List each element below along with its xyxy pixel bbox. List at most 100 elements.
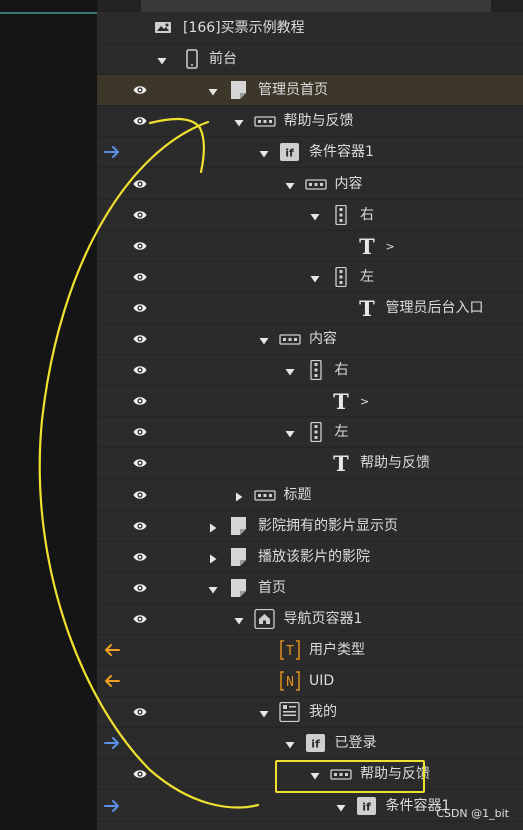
tree-row[interactable]: 影院拥有的影片显示页 [97, 511, 523, 542]
tree-row[interactable]: if 已登录 [97, 728, 523, 760]
row-label: 右 [334, 362, 349, 379]
tree-row[interactable]: 首页 [97, 573, 523, 604]
row-container-icon [279, 329, 301, 349]
collapse-caret-icon[interactable] [234, 490, 244, 501]
arrow-right-icon [103, 797, 121, 815]
row-gutter [97, 44, 157, 74]
page-icon [228, 578, 250, 598]
eye-icon[interactable] [133, 364, 147, 376]
row-gutter [97, 75, 157, 105]
row-gutter [97, 324, 157, 354]
row-gutter [97, 448, 157, 478]
row-label: 用户类型 [309, 642, 365, 658]
expand-caret-icon[interactable] [310, 769, 320, 780]
tree-row[interactable]: 管理员首页 [97, 75, 523, 107]
tree-row[interactable]: 内容 [97, 324, 523, 355]
svg-text:if: if [311, 738, 320, 751]
eye-icon[interactable] [133, 582, 147, 594]
tree-row[interactable]: 播放该影片的影院 [97, 542, 523, 573]
tree-row[interactable]: 左 [97, 417, 523, 449]
variable-t-icon: T [279, 640, 301, 660]
eye-icon[interactable] [133, 520, 147, 532]
eye-icon[interactable] [133, 178, 147, 190]
expand-caret-icon[interactable] [234, 116, 244, 127]
eye-icon[interactable] [133, 333, 147, 345]
expand-caret-icon[interactable] [285, 738, 295, 749]
eye-icon[interactable] [133, 489, 147, 501]
tree-row[interactable]: 前台 [97, 44, 523, 76]
eye-icon[interactable] [133, 551, 147, 563]
row-gutter [97, 480, 157, 510]
eye-icon[interactable] [133, 457, 147, 469]
row-gutter [97, 262, 157, 292]
tree-row[interactable]: 内容 [97, 169, 523, 200]
eye-icon[interactable] [133, 395, 147, 407]
eye-icon[interactable] [133, 302, 147, 314]
tree-row[interactable]: 标题 [97, 480, 523, 511]
expand-caret-icon[interactable] [310, 210, 320, 221]
eye-icon[interactable] [133, 613, 147, 625]
tree-row[interactable]: 右 [97, 200, 523, 231]
expand-caret-icon[interactable] [234, 614, 244, 625]
expand-caret-icon[interactable] [208, 85, 218, 96]
row-container-icon [253, 485, 276, 505]
expand-caret-icon[interactable] [208, 583, 218, 594]
tree-row[interactable]: 右 [97, 355, 523, 387]
if-icon: if [356, 796, 378, 816]
row-gutter [97, 106, 157, 136]
expand-caret-icon[interactable] [336, 801, 346, 811]
row-gutter [97, 231, 157, 261]
tree-row[interactable]: T 用户类型 [97, 635, 523, 666]
expand-caret-icon[interactable] [259, 334, 269, 345]
row-gutter [97, 697, 157, 727]
expand-caret-icon[interactable] [285, 179, 295, 189]
eye-icon[interactable] [133, 240, 147, 252]
expand-caret-icon[interactable] [157, 54, 167, 65]
row-label: 首页 [258, 579, 286, 596]
tree-row[interactable]: 导航页容器1 [97, 604, 523, 635]
expand-caret-icon[interactable] [285, 365, 295, 376]
tree-row[interactable]: 左 [97, 262, 523, 293]
tree-row[interactable]: 我的 [97, 697, 523, 729]
svg-text:T: T [359, 298, 375, 318]
tree-row[interactable]: [166]买票示例教程 [97, 13, 523, 44]
tree-row[interactable]: if 条件容器1 [97, 137, 523, 169]
svg-text:T: T [286, 644, 294, 659]
tree-row[interactable]: T 帮助与反馈 [97, 448, 523, 480]
tree-row[interactable]: T > [97, 386, 523, 418]
column-container-icon [305, 359, 327, 381]
expand-caret-icon[interactable] [310, 272, 320, 283]
expand-caret-icon[interactable] [259, 147, 269, 158]
expand-caret-icon[interactable] [259, 707, 269, 718]
arrow-right-icon [103, 143, 121, 161]
panel-tab[interactable] [141, 0, 491, 12]
expand-caret-icon[interactable] [285, 427, 295, 438]
collapse-caret-icon[interactable] [208, 521, 218, 533]
eye-icon[interactable] [133, 84, 147, 96]
row-gutter [97, 137, 157, 167]
layer-tree-panel: [166]买票示例教程 前台 管理员首页 帮助与反馈 if 条件容器1 内容右 T > 左 T 管理员… [97, 0, 523, 830]
eye-icon[interactable] [133, 768, 147, 780]
tree-row[interactable]: 帮助与反馈 [97, 106, 523, 138]
svg-text:N: N [286, 675, 294, 690]
tree-row[interactable]: T 管理员后台入口 [97, 293, 523, 324]
if-icon: if [279, 142, 301, 162]
row-gutter [97, 759, 157, 789]
row-label: 管理员后台入口 [385, 299, 484, 316]
eye-icon[interactable] [133, 209, 147, 221]
collapse-caret-icon[interactable] [208, 552, 218, 564]
row-container-icon [253, 111, 276, 131]
svg-text:T: T [333, 391, 349, 411]
eye-icon[interactable] [133, 706, 147, 718]
eye-icon[interactable] [133, 271, 147, 283]
row-gutter [97, 169, 157, 199]
tree-row[interactable]: N UID [97, 666, 523, 698]
tree-row[interactable]: 帮助与反馈 [97, 759, 523, 791]
tree-row[interactable]: T > [97, 231, 523, 262]
phone-icon [181, 49, 203, 69]
row-label: 内容 [334, 175, 363, 192]
arrow-left-icon [103, 672, 121, 690]
eye-icon[interactable] [133, 426, 147, 438]
svg-text:T: T [333, 453, 349, 473]
eye-icon[interactable] [133, 115, 147, 127]
